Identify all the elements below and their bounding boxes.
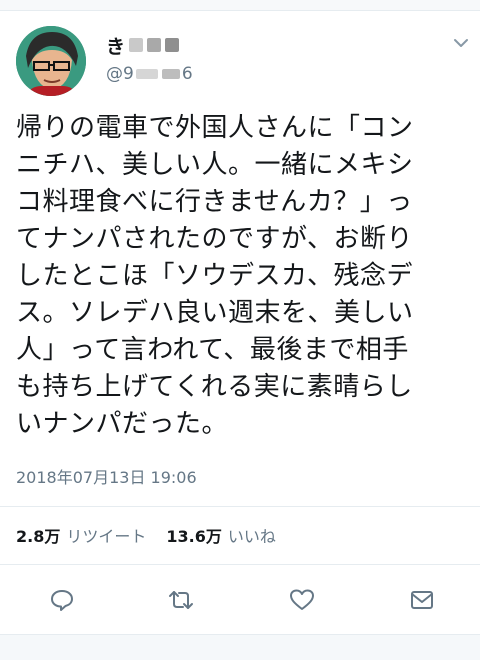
reply-icon[interactable]	[48, 586, 76, 614]
avatar[interactable]	[16, 26, 86, 96]
display-name[interactable]: き	[106, 34, 180, 58]
handle-prefix: @9	[106, 64, 134, 84]
tweet-line: いナンパだった。	[16, 409, 229, 439]
chevron-down-icon[interactable]	[452, 36, 470, 50]
retweet-icon[interactable]	[167, 586, 195, 614]
tweet-line: てナンパされたのですが、お断り	[16, 224, 413, 254]
tweet-stats: 2.8万 リツイート 13.6万 いいね	[16, 523, 276, 547]
name-redaction	[147, 38, 162, 52]
tweet-line: も持ち上げてくれる実に素晴らし	[16, 372, 413, 402]
name-redaction	[165, 38, 180, 52]
bottom-border	[0, 634, 480, 660]
tweet-text: 帰りの電車で外国人さんに「コン ニチハ、美しい人。一緒にメキシ コ料理食べに行き…	[16, 110, 471, 443]
divider	[0, 506, 480, 507]
like-label[interactable]: いいね	[228, 523, 276, 547]
like-count[interactable]: 13.6万	[166, 523, 221, 547]
tweet-timestamp[interactable]: 2018年07月13日 19:06	[16, 464, 197, 488]
tweet-line: ス。ソレデハ良い週末を、美しい	[16, 298, 414, 328]
handle-suffix: 6	[181, 64, 193, 84]
envelope-icon[interactable]	[408, 586, 436, 614]
display-name-text: き	[106, 35, 126, 58]
user-handle[interactable]: @9 6	[106, 64, 193, 84]
top-border	[0, 0, 480, 11]
tweet-line: ニチハ、美しい人。一緒にメキシ	[16, 150, 414, 180]
avatar-illustration	[16, 26, 86, 96]
handle-redaction	[135, 69, 158, 79]
retweet-label[interactable]: リツイート	[66, 523, 146, 547]
heart-icon[interactable]	[288, 586, 316, 614]
name-redaction	[129, 38, 144, 52]
tweet-line: コ料理食べに行きませんカ？」っ	[16, 187, 413, 217]
tweet-line: 帰りの電車で外国人さんに「コン	[16, 113, 414, 143]
handle-redaction	[161, 69, 180, 79]
tweet-actions	[0, 580, 480, 620]
tweet-line: したとこほ「ソウデスカ、残念デ	[16, 261, 413, 291]
divider	[0, 564, 480, 565]
tweet-line: 人」って言われて、最後まで相手	[16, 335, 409, 365]
retweet-count[interactable]: 2.8万	[16, 523, 60, 547]
